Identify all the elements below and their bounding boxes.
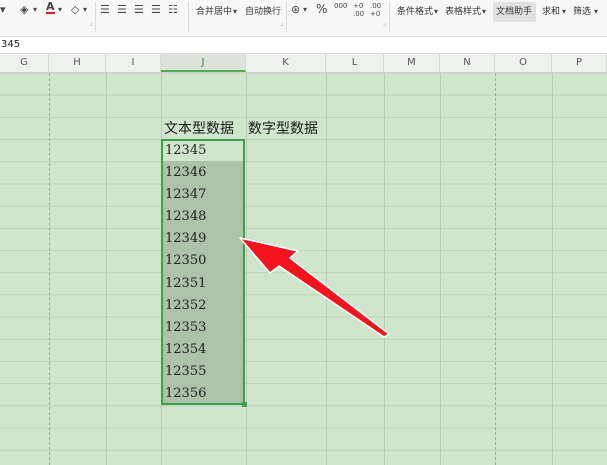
annotation-arrow-icon bbox=[239, 237, 390, 338]
